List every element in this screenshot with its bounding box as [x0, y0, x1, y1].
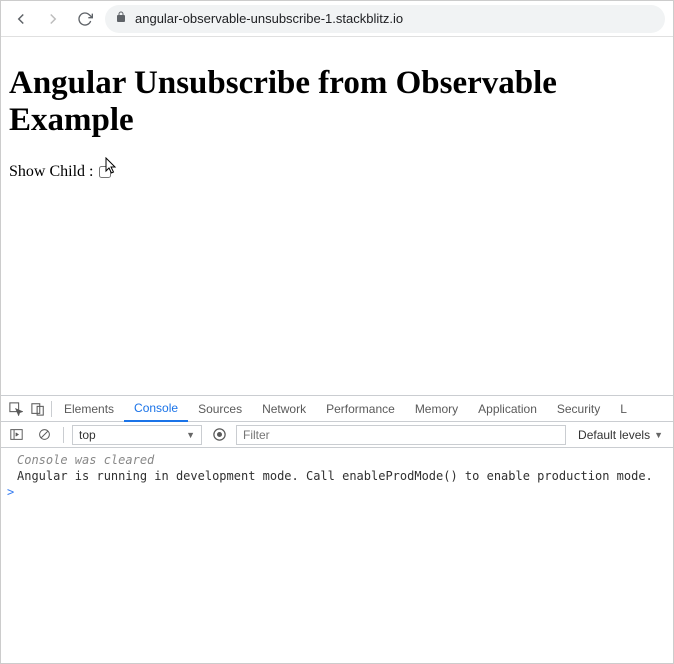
show-child-label: Show Child : [9, 163, 93, 181]
devtools-panel: Elements Console Sources Network Perform… [1, 395, 673, 663]
page-content: Angular Unsubscribe from Observable Exam… [1, 37, 673, 395]
divider [63, 427, 64, 443]
devtools-tabbar: Elements Console Sources Network Perform… [1, 396, 673, 422]
lock-icon [115, 11, 127, 26]
chevron-down-icon: ▼ [654, 430, 663, 440]
console-cleared-msg: Console was cleared [1, 452, 673, 468]
console-log-line: Angular is running in development mode. … [1, 468, 673, 484]
tab-sources[interactable]: Sources [188, 396, 252, 422]
console-toolbar: top ▼ Default levels ▼ [1, 422, 673, 448]
filter-input[interactable] [236, 425, 566, 445]
console-prompt[interactable]: > [1, 484, 673, 500]
console-sidebar-icon[interactable] [5, 424, 27, 446]
clear-console-icon[interactable] [33, 424, 55, 446]
tab-network[interactable]: Network [252, 396, 316, 422]
context-value: top [79, 428, 96, 442]
divider [51, 401, 52, 417]
tab-more[interactable]: L [610, 396, 637, 422]
tab-console[interactable]: Console [124, 396, 188, 422]
live-expression-icon[interactable] [208, 424, 230, 446]
inspect-icon[interactable] [5, 398, 27, 420]
tab-elements[interactable]: Elements [54, 396, 124, 422]
url-text: angular-observable-unsubscribe-1.stackbl… [135, 11, 403, 26]
show-child-row: Show Child : [9, 163, 665, 181]
context-select[interactable]: top ▼ [72, 425, 202, 445]
chevron-down-icon: ▼ [186, 430, 195, 440]
forward-button[interactable] [41, 7, 65, 31]
reload-button[interactable] [73, 7, 97, 31]
levels-label: Default levels [578, 428, 650, 442]
show-child-checkbox[interactable] [99, 166, 111, 178]
address-bar[interactable]: angular-observable-unsubscribe-1.stackbl… [105, 5, 665, 33]
page-title: Angular Unsubscribe from Observable Exam… [9, 65, 665, 139]
tab-security[interactable]: Security [547, 396, 610, 422]
tab-application[interactable]: Application [468, 396, 547, 422]
tab-performance[interactable]: Performance [316, 396, 405, 422]
browser-toolbar: angular-observable-unsubscribe-1.stackbl… [1, 1, 673, 37]
tab-memory[interactable]: Memory [405, 396, 468, 422]
log-levels-select[interactable]: Default levels ▼ [572, 428, 669, 442]
console-output: Console was cleared Angular is running i… [1, 448, 673, 663]
back-button[interactable] [9, 7, 33, 31]
device-toggle-icon[interactable] [27, 398, 49, 420]
